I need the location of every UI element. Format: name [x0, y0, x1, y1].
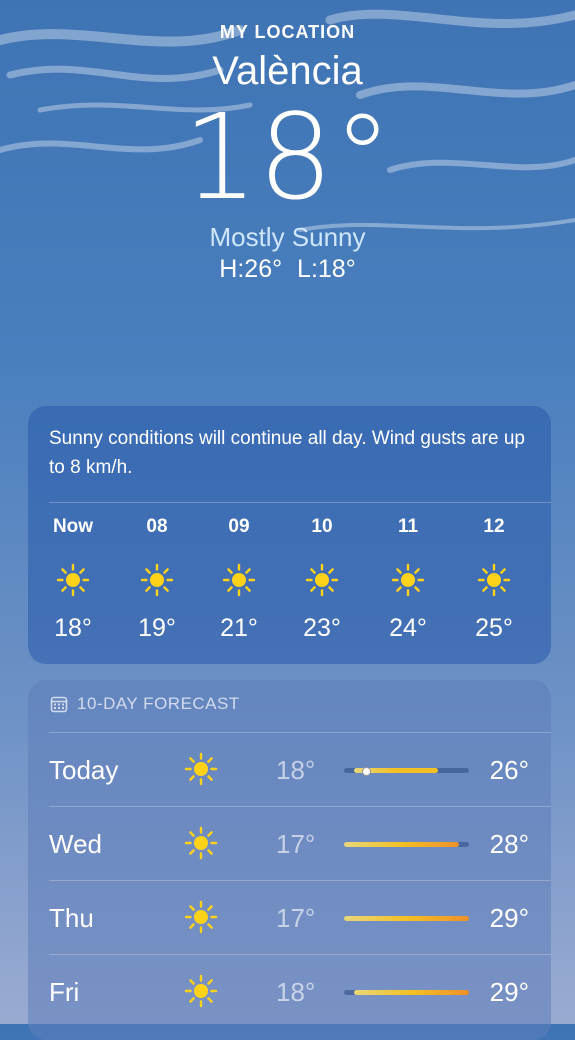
current-weather-header: MY LOCATION València 18° Mostly Sunny H:…	[0, 22, 575, 284]
hour-time: 12	[483, 516, 505, 537]
temperature-range-bar	[344, 842, 459, 847]
hour-time: 11	[397, 516, 419, 537]
forecast-day: Thu	[49, 903, 94, 933]
forecast-high: 26°	[489, 755, 529, 785]
sun-icon	[305, 563, 339, 597]
forecast-high: 28°	[489, 829, 529, 859]
sun-icon	[184, 900, 218, 934]
forecast-low: 17°	[276, 903, 316, 933]
sun-icon	[56, 563, 90, 597]
condition-text: Mostly Sunny	[209, 222, 366, 252]
forecast-low: 18°	[276, 977, 316, 1007]
current-temperature: 18°	[182, 88, 393, 226]
hour-time: 10	[311, 516, 333, 537]
forecast-header: 10-DAY FORECAST	[50, 694, 240, 714]
hour-item: 10 23°	[287, 514, 357, 643]
forecast-row[interactable]: Fri 18° 29°	[28, 955, 551, 1029]
divider	[49, 502, 551, 503]
forecast-day: Fri	[49, 977, 80, 1007]
location-label: MY LOCATION	[219, 22, 356, 42]
temperature-range-track	[344, 842, 469, 847]
sun-icon	[391, 563, 425, 597]
hour-temp: 24°	[389, 614, 427, 642]
forecast-summary: Sunny conditions will continue all day. …	[49, 428, 525, 478]
forecast-day: Wed	[49, 829, 102, 859]
hour-temp: 19°	[138, 614, 176, 642]
temperature-range-bar	[344, 916, 469, 921]
hour-time: Now	[52, 516, 94, 537]
sun-icon	[140, 563, 174, 597]
forecast-row[interactable]: Wed 17° 28°	[28, 807, 551, 881]
hour-time: 09	[228, 516, 250, 537]
forecast-high: 29°	[489, 903, 529, 933]
hour-item: 08 19°	[122, 514, 192, 643]
hour-item: 11 24°	[373, 514, 443, 643]
forecast-row[interactable]: Today 18° 26°	[28, 733, 551, 807]
forecast-title: 10-DAY FORECAST	[77, 694, 240, 713]
hour-temp: 23°	[303, 614, 341, 642]
temperature-range-track	[344, 916, 469, 921]
sun-icon	[222, 563, 256, 597]
sun-icon	[184, 974, 218, 1008]
hour-item: 09 21°	[204, 514, 274, 643]
forecast-row[interactable]: Thu 17° 29°	[28, 881, 551, 955]
hour-temp: 25°	[475, 614, 513, 642]
sun-icon	[184, 826, 218, 860]
temperature-range-track	[344, 767, 469, 776]
hour-item: 12 25°	[459, 514, 529, 643]
current-temperature-dot	[362, 767, 372, 776]
forecast-low: 18°	[276, 755, 316, 785]
ten-day-forecast-card[interactable]: 10-DAY FORECAST Today 18° 26° Wed 17° 28° Thu 1…	[28, 680, 551, 1040]
hour-time: 08	[146, 516, 168, 537]
hour-temp: 21°	[220, 614, 258, 642]
sun-icon	[184, 752, 218, 786]
hourly-list[interactable]: Now 18° 08 19° 09 21° 10 23° 11 24° 12 25°	[28, 514, 551, 654]
hourly-forecast-card[interactable]: Sunny conditions will continue all day. …	[28, 406, 551, 664]
temperature-range-bar	[354, 990, 469, 995]
hour-item: Now 18°	[38, 514, 108, 643]
forecast-low: 17°	[276, 829, 316, 859]
forecast-high: 29°	[489, 977, 529, 1007]
calendar-icon	[50, 696, 68, 713]
forecast-day: Today	[49, 755, 119, 785]
hour-temp: 18°	[54, 614, 92, 642]
sun-icon	[477, 563, 511, 597]
temperature-range-track	[344, 990, 469, 995]
high-low-text: H:26° L:18°	[219, 255, 356, 283]
